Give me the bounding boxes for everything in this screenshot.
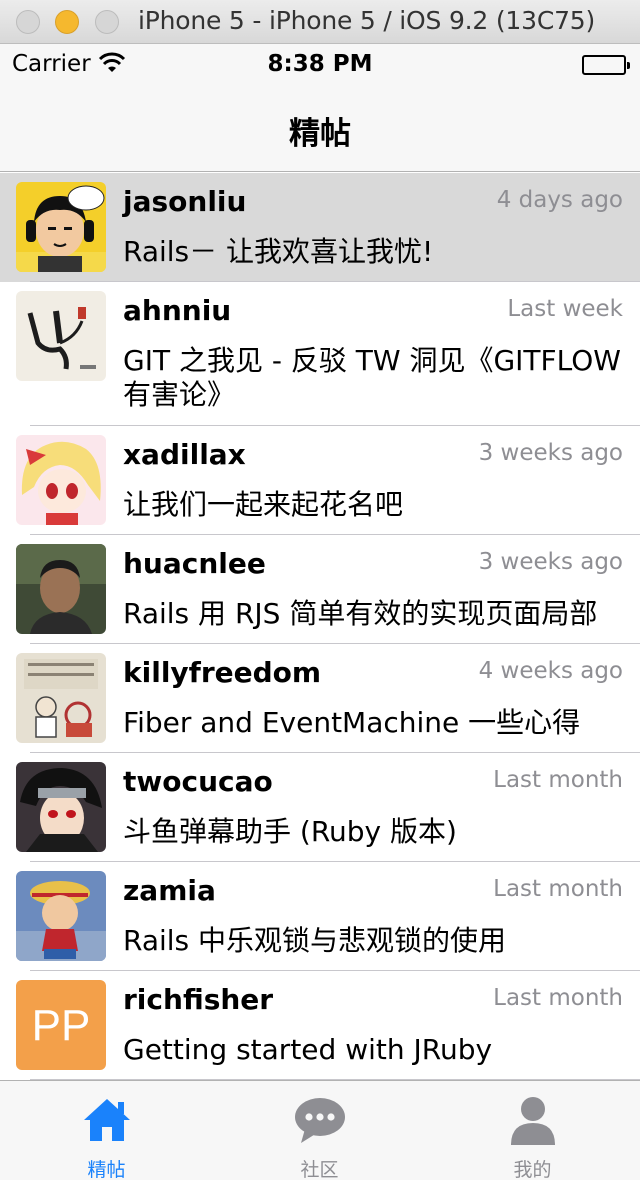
tab-label: 精帖	[87, 1159, 126, 1180]
avatar-sketch[interactable]	[16, 653, 106, 743]
window-close-button[interactable]	[16, 10, 40, 34]
topic-row[interactable]: twocucao Last month 斗鱼弹幕助手 (Ruby 版本)	[0, 753, 640, 862]
tab-label: 社区	[300, 1159, 339, 1180]
topic-row[interactable]: xadillax 3 weeks ago 让我们一起来起花名吧	[0, 426, 640, 535]
window-minimize-button[interactable]	[55, 10, 79, 34]
avatar-initials[interactable]: PP	[16, 980, 106, 1070]
topic-title: 让我们一起来起花名吧	[123, 488, 404, 521]
avatar-cartoon-headphones[interactable]	[16, 182, 106, 272]
topic-title: GIT 之我见 - 反驳 TW 洞见《GITFLOW 有害论》	[123, 344, 621, 411]
topic-time: 3 weeks ago	[478, 549, 623, 575]
battery-icon	[582, 55, 630, 75]
avatar-photo-man[interactable]	[16, 544, 106, 634]
chat-bubble-icon	[293, 1093, 347, 1147]
avatar-anime-ninja[interactable]	[16, 762, 106, 852]
tab-community[interactable]: 社区	[213, 1081, 426, 1180]
topic-time: Last month	[493, 767, 623, 793]
topic-title: Rails 中乐观锁与悲观锁的使用	[123, 924, 507, 957]
topic-time: 4 days ago	[496, 187, 623, 213]
topic-author[interactable]: zamia	[123, 874, 216, 907]
topic-list[interactable]: jasonliu 4 days ago Rails－ 让我欢喜让我忧! ahnn…	[0, 173, 640, 1080]
topic-author[interactable]: ahnniu	[123, 294, 231, 327]
home-icon	[80, 1093, 134, 1147]
topic-row[interactable]: jasonliu 4 days ago Rails－ 让我欢喜让我忧!	[0, 173, 640, 282]
tab-featured[interactable]: 精帖	[0, 1081, 213, 1180]
avatar-ink-drawing[interactable]	[16, 291, 106, 381]
navigation-bar: 精帖	[0, 84, 640, 172]
avatar-initials-text: PP	[32, 1001, 91, 1050]
avatar-anime-pirate[interactable]	[16, 871, 106, 961]
topic-time: Last week	[507, 296, 623, 322]
simulator-title-bar: iPhone 5 - iPhone 5 / iOS 9.2 (13C75)	[0, 0, 640, 44]
topic-title: Getting started with JRuby	[123, 1033, 493, 1066]
topic-title: Rails 用 RJS 简单有效的实现页面局部	[123, 597, 598, 630]
topic-title: 斗鱼弹幕助手 (Ruby 版本)	[123, 815, 457, 848]
topic-row[interactable]: ahnniu Last week GIT 之我见 - 反驳 TW 洞见《GITF…	[0, 282, 640, 426]
topic-title: Rails－ 让我欢喜让我忧!	[123, 235, 434, 268]
tab-label: 我的	[513, 1159, 552, 1180]
person-icon	[506, 1093, 560, 1147]
window-zoom-button[interactable]	[95, 10, 119, 34]
window-title: iPhone 5 - iPhone 5 / iOS 9.2 (13C75)	[138, 6, 596, 35]
topic-time: 3 weeks ago	[478, 440, 623, 466]
status-bar: Carrier 8:38 PM	[0, 44, 640, 84]
status-time: 8:38 PM	[267, 51, 373, 77]
topic-author[interactable]: killyfreedom	[123, 656, 321, 689]
topic-row[interactable]: killyfreedom 4 weeks ago Fiber and Event…	[0, 644, 640, 753]
topic-title: Fiber and EventMachine 一些心得	[123, 706, 581, 739]
tab-mine[interactable]: 我的	[426, 1081, 639, 1180]
topic-row[interactable]: huacnlee 3 weeks ago Rails 用 RJS 简单有效的实现…	[0, 535, 640, 644]
topic-row[interactable]: zamia Last month Rails 中乐观锁与悲观锁的使用	[0, 862, 640, 971]
topic-time: 4 weeks ago	[478, 658, 623, 684]
topic-time: Last month	[493, 876, 623, 902]
topic-author[interactable]: huacnlee	[123, 547, 266, 580]
topic-time: Last month	[493, 985, 623, 1011]
topic-author[interactable]: jasonliu	[123, 185, 246, 218]
topic-author[interactable]: xadillax	[123, 438, 246, 471]
tab-bar: 精帖 社区 我的	[0, 1080, 640, 1180]
topic-author[interactable]: richfisher	[123, 983, 273, 1016]
topic-row[interactable]: PP richfisher Last month Getting started…	[0, 971, 640, 1080]
topic-author[interactable]: twocucao	[123, 765, 273, 798]
page-title: 精帖	[289, 116, 351, 152]
avatar-anime-girl[interactable]	[16, 435, 106, 525]
